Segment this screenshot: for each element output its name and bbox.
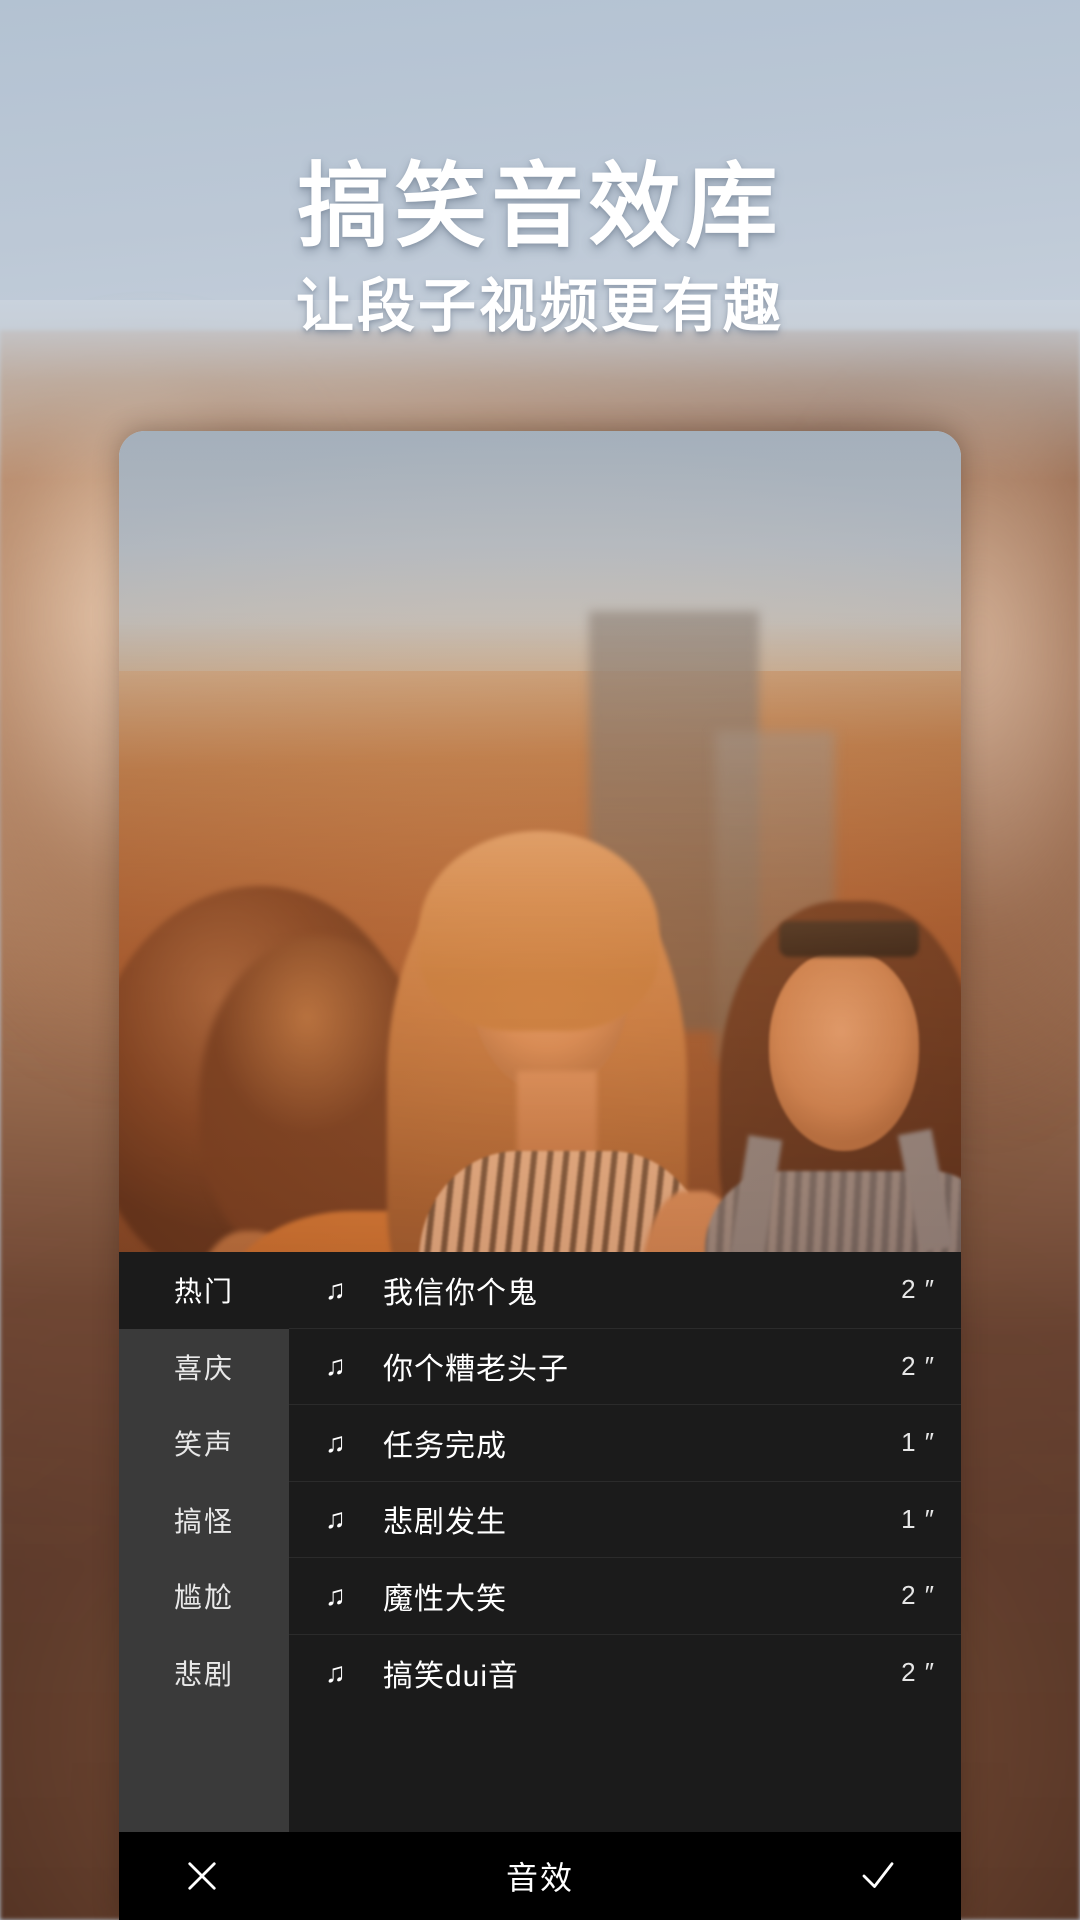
panel-title: 音效 [505,1860,574,1896]
sound-list-item[interactable]: ♫ 任务完成 1 ″ [289,1405,961,1482]
category-label: 尴尬 [173,1582,234,1614]
sound-name: 搞笑dui音 [383,1659,520,1693]
category-label: 搞怪 [173,1505,234,1537]
sound-duration: 2 ″ [901,1350,935,1381]
sound-effect-panel: 热门 喜庆 笑声 搞怪 尴尬 悲剧 ♫ 我信你个鬼 2 ″ ♫ 你个糟老头子 2… [119,1252,961,1832]
music-note-icon: ♫ [325,1273,346,1305]
sound-name: 我信你个鬼 [383,1276,538,1310]
category-item-hot[interactable]: 热门 [119,1252,289,1329]
sound-list-item[interactable]: ♫ 你个糟老头子 2 ″ [289,1329,961,1405]
music-note-icon: ♫ [325,1503,346,1535]
music-note-icon: ♫ [325,1579,346,1611]
sound-list-item[interactable]: ♫ 悲剧发生 1 ″ [289,1482,961,1558]
category-item-laughter[interactable]: 笑声 [119,1405,289,1482]
check-icon[interactable] [851,1849,905,1903]
sound-duration: 2 ″ [901,1580,935,1611]
page-subtitle: 让段子视频更有趣 [295,274,784,340]
sound-duration: 1 ″ [901,1503,935,1534]
sound-list-item[interactable]: ♫ 搞笑dui音 2 ″ [289,1635,961,1712]
sound-duration: 1 ″ [901,1427,935,1458]
sound-name: 魔性大笑 [383,1582,507,1616]
category-item-festive[interactable]: 喜庆 [119,1329,289,1406]
sound-duration: 2 ″ [901,1274,935,1305]
app-screenshot-card: 热门 喜庆 笑声 搞怪 尴尬 悲剧 ♫ 我信你个鬼 2 ″ ♫ 你个糟老头子 2… [119,431,961,1920]
preview-color-grade-2 [119,431,961,1252]
category-label: 热门 [173,1276,234,1308]
sound-name: 悲剧发生 [383,1506,507,1540]
music-note-icon: ♫ [325,1656,346,1688]
close-icon[interactable] [175,1849,229,1903]
page-title: 搞笑音效库 [297,156,783,258]
category-item-funny[interactable]: 搞怪 [119,1482,289,1559]
sound-name: 任务完成 [383,1429,507,1463]
category-label: 悲剧 [173,1658,234,1690]
sound-list-item[interactable]: ♫ 我信你个鬼 2 ″ [289,1252,961,1329]
hero-headings: 搞笑音效库 让段子视频更有趣 [0,0,1080,339]
category-label: 笑声 [173,1429,234,1461]
category-item-awkward[interactable]: 尴尬 [119,1558,289,1635]
bottom-action-bar: 音效 [119,1832,961,1920]
category-label: 喜庆 [173,1352,234,1384]
video-preview[interactable] [119,431,961,1252]
music-note-icon: ♫ [325,1426,346,1458]
sound-duration: 2 ″ [901,1657,935,1688]
category-item-tragedy[interactable]: 悲剧 [119,1635,289,1712]
sound-list[interactable]: ♫ 我信你个鬼 2 ″ ♫ 你个糟老头子 2 ″ ♫ 任务完成 1 ″ ♫ 悲剧… [289,1252,961,1832]
music-note-icon: ♫ [325,1350,346,1382]
category-sidebar[interactable]: 热门 喜庆 笑声 搞怪 尴尬 悲剧 [119,1252,289,1832]
sound-name: 你个糟老头子 [383,1353,569,1387]
sound-list-item[interactable]: ♫ 魔性大笑 2 ″ [289,1558,961,1635]
